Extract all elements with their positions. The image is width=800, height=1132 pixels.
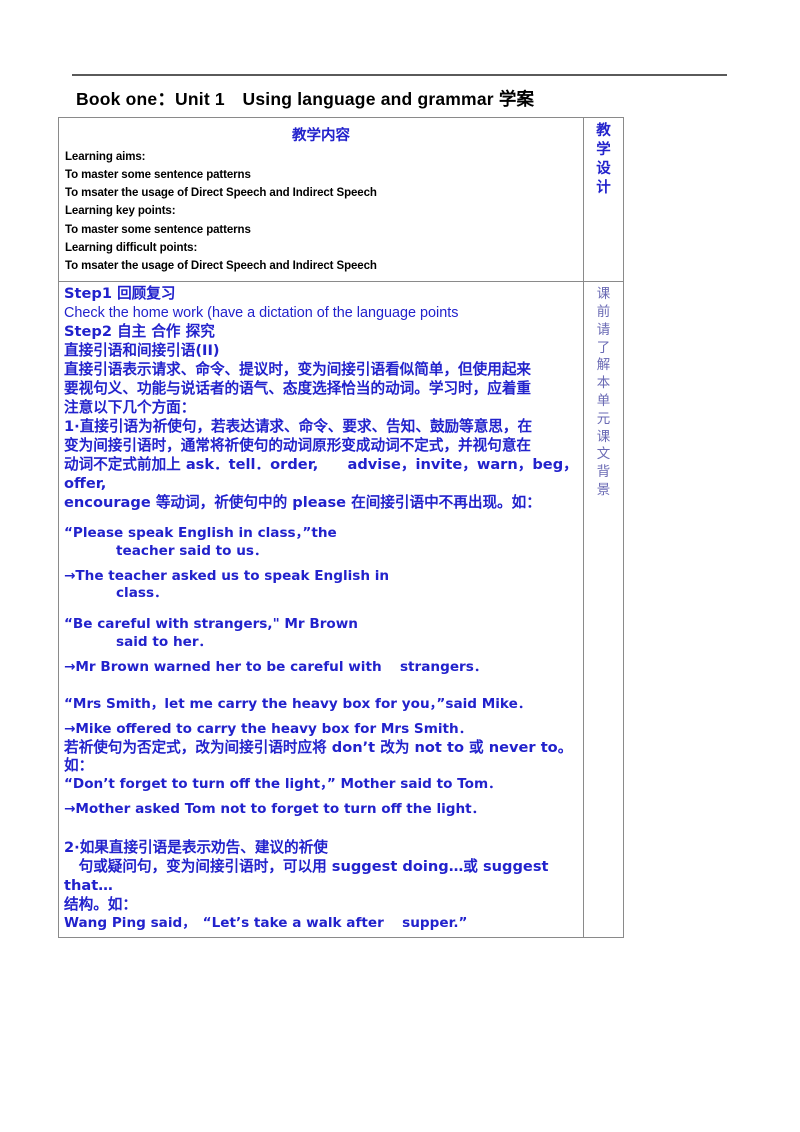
preclass-note-char: 课	[596, 428, 611, 445]
teaching-content-cell: 教学内容 Learning aims: To master some senten…	[58, 116, 584, 283]
lesson-body-cell: Step1 回顾复习 Check the home work (have a di…	[58, 281, 584, 939]
preclass-note-char: 了	[596, 339, 611, 356]
lesson-line-ex3-answer: →Mike offered to carry the heavy box for…	[64, 720, 473, 737]
lesson-line-gap-b	[64, 561, 578, 568]
page-title: Book one：Unit 1 Using language and gramm…	[76, 89, 535, 109]
lesson-line-step2-heading: Step2 自主 合作 探究	[64, 322, 215, 340]
learning-aims-list: Learning aims: To master some sentence pa…	[65, 148, 577, 275]
preclass-note-char: 单	[596, 392, 611, 409]
lesson-line-point2-2: 句或疑问句，变为间接引语时，可以用 suggest doing…或 sugges…	[64, 857, 549, 894]
lesson-line-ex2-answer: →Mr Brown warned her to be careful with …	[64, 658, 488, 675]
learning-aim-item: Learning difficult points:	[65, 241, 198, 254]
preclass-note-char: 景	[596, 482, 611, 499]
lesson-line-ex4-answer: →Mother asked Tom not to forget to turn …	[64, 801, 486, 818]
lesson-line-gap-g	[64, 794, 578, 801]
lesson-line-ex5-quote: Wang Ping said， “Let’s take a walk after…	[64, 914, 468, 931]
lesson-line-intro-1: 直接引语表示请求、命令、提议时，变为间接引语看似简单，但使用起来	[64, 360, 532, 378]
lesson-line-intro-2: 要视句义、功能与说话者的语气、态度选择恰当的动词。学习时，应着重	[64, 379, 532, 397]
learning-aim-item: To master some sentence patterns	[65, 169, 251, 182]
header-rule	[72, 74, 727, 76]
lesson-plan-table: 教学内容 Learning aims: To master some senten…	[58, 116, 625, 939]
learning-aim-item: Learning aims:	[65, 151, 146, 163]
teaching-design-label: 教学设计	[584, 118, 623, 197]
teaching-design-char: 计	[596, 179, 611, 196]
lesson-line-step1-heading: Step1 回顾复习	[64, 285, 176, 303]
table-row-body: Step1 回顾复习 Check the home work (have a di…	[58, 281, 625, 939]
lesson-line-ex2-quote-2: said to her．	[116, 633, 213, 650]
learning-aim-item: Learning key points:	[65, 205, 176, 218]
lesson-line-neg-rule-2: 如：	[64, 757, 94, 775]
lesson-line-point2-1: 2·如果直接引语是表示劝告、建议的祈使	[64, 838, 328, 856]
teaching-design-char: 教	[596, 123, 611, 139]
lesson-line-ex1-quote-2: teacher said to us．	[116, 543, 268, 560]
lesson-line-gap-d	[64, 652, 578, 659]
lesson-line-ex4-quote: “Don’t forget to turn off the light，” Mo…	[64, 776, 502, 793]
lesson-line-gap-a	[64, 512, 578, 525]
learning-aim-item: To msater the usage of Direct Speech and…	[65, 259, 377, 272]
teaching-design-cell: 教学设计	[582, 116, 625, 283]
lesson-line-point1-2: 变为间接引语时，通常将祈使句的动词原形变成动词不定式，并视句意在	[64, 436, 532, 454]
preclass-note-char: 本	[596, 375, 611, 392]
preclass-note-char: 文	[596, 446, 611, 463]
lesson-line-gap-c	[64, 603, 578, 616]
lesson-line-gap-e	[64, 676, 578, 696]
teaching-design-char: 设	[596, 160, 611, 177]
lesson-line-intro-3: 注意以下几个方面：	[64, 398, 196, 416]
lesson-line-point1-3: 动词不定式前加上 ask．tell．order, advise，invite，w…	[64, 455, 578, 492]
preclass-note-char: 请	[596, 321, 611, 338]
lesson-line-step1-task: Check the home work (have a dictation of…	[64, 305, 459, 322]
lesson-line-gap-h	[64, 819, 578, 839]
lesson-line-point1-1: 1·直接引语为祈使句，若表达请求、命令、要求、告知、鼓励等意思，在	[64, 417, 533, 435]
preclass-note-label: 课前请了解本单元课文背景	[584, 282, 623, 500]
lesson-line-ex1-answer-2: class．	[116, 585, 168, 602]
lesson-line-ex1-quote: “Please speak English in class，”the	[64, 525, 337, 542]
lesson-line-point2-3: 结构。如：	[64, 895, 137, 913]
lesson-line-point1-4: encourage 等动词，祈使句中的 please 在间接引语中不再出现。如：	[64, 493, 541, 511]
teaching-content-title: 教学内容	[291, 128, 350, 144]
preclass-note-char: 元	[596, 410, 611, 427]
document-page: Book one：Unit 1 Using language and gramm…	[0, 0, 800, 1132]
lesson-body-content: Step1 回顾复习 Check the home work (have a di…	[59, 282, 583, 937]
preclass-note-char: 前	[596, 303, 611, 320]
preclass-note-char: 课	[596, 286, 611, 303]
preclass-note-char: 背	[596, 464, 611, 481]
learning-aim-item: To master some sentence patterns	[65, 223, 251, 236]
lesson-line-gap-f	[64, 714, 578, 721]
lesson-line-ex2-quote: “Be careful with strangers," Mr Brown	[64, 616, 358, 633]
preclass-note-char: 解	[596, 357, 611, 374]
lesson-line-ex1-answer: →The teacher asked us to speak English i…	[64, 567, 390, 584]
lesson-line-neg-rule-1: 若祈使句为否定式，改为间接引语时应将 don’t 改为 not to 或 nev…	[64, 738, 573, 756]
lesson-line-ex3-quote: “Mrs Smith，let me carry the heavy box fo…	[64, 696, 532, 713]
table-row-header: 教学内容 Learning aims: To master some senten…	[58, 116, 625, 283]
lesson-line-topic-heading: 直接引语和间接引语(II)	[64, 341, 220, 359]
learning-aim-item: To msater the usage of Direct Speech and…	[65, 187, 377, 200]
teaching-design-char: 学	[596, 141, 611, 158]
lesson-note-cell: 课前请了解本单元课文背景	[582, 281, 625, 939]
